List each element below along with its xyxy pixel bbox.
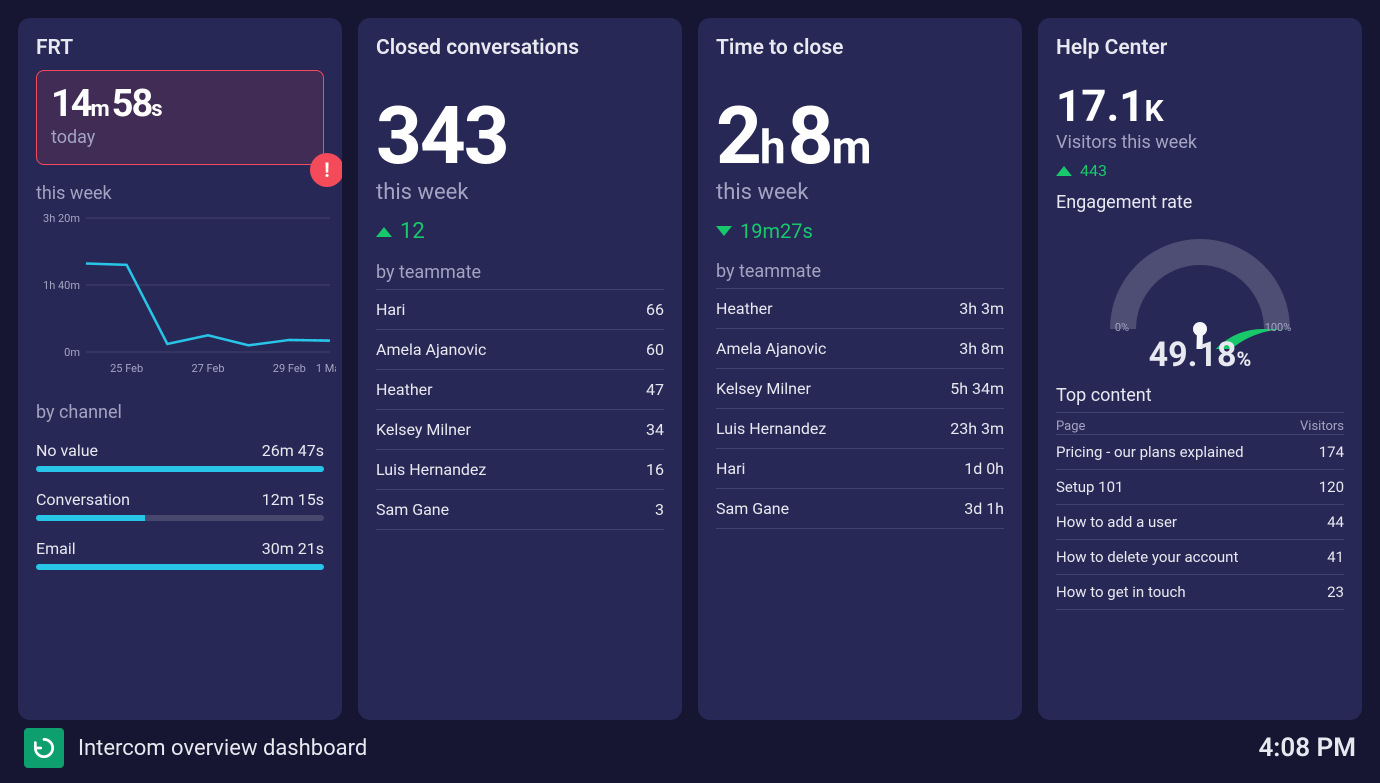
list-item: Amela Ajanovic3h 8m [716,328,1004,368]
frt-today-value: 14m58s [51,85,309,123]
list-item: Hari1d 0h [716,448,1004,488]
help-card: Help Center 17.1K Visitors this week 443… [1038,18,1362,720]
svg-text:1h 40m: 1h 40m [43,279,80,292]
svg-text:1 Mar: 1 Mar [316,362,336,375]
list-item: How to add a user44 [1056,504,1344,539]
svg-text:29 Feb: 29 Feb [273,362,306,375]
frt-thisweek-label: this week [36,183,324,204]
list-item: Kelsey Milner5h 34m [716,368,1004,408]
list-item: Pricing - our plans explained174 [1056,434,1344,469]
list-item: Sam Gane3d 1h [716,488,1004,529]
footer: Intercom overview dashboard 4:08 PM [0,720,1380,776]
ttc-title: Time to close [716,36,1004,60]
closed-delta: 12 [376,219,664,244]
closed-value: 343 [376,96,664,176]
clock: 4:08 PM [1258,733,1356,763]
help-title: Help Center [1056,36,1344,60]
caret-up-icon [376,227,392,237]
list-item: Sam Gane3 [376,489,664,530]
list-item: Heather3h 3m [716,288,1004,328]
alert-icon: ! [310,153,342,187]
svg-text:0%: 0% [1115,321,1129,334]
closed-title: Closed conversations [376,36,664,60]
list-item: Setup 101120 [1056,469,1344,504]
list-item: How to delete your account41 [1056,539,1344,574]
list-item: Amela Ajanovic60 [376,329,664,369]
topcontent-label: Top content [1056,385,1344,406]
help-visitors-label: Visitors this week [1056,132,1344,153]
frt-line-chart: 0m1h 40m3h 20m25 Feb27 Feb29 Feb1 Mar [36,210,324,384]
list-item: Luis Hernandez16 [376,449,664,489]
svg-text:3h 20m: 3h 20m [43,212,80,225]
list-item: How to get in touch23 [1056,574,1344,610]
list-item: Heather47 [376,369,664,409]
app-logo [24,728,64,768]
frt-card: FRT 14m58s today ! this week 0m 1h 40m 3h … [18,18,342,720]
dashboard-grid: FRT 14m58s today ! this week 0m 1h 40m 3h … [0,0,1380,720]
engagement-label: Engagement rate [1056,192,1344,213]
ttc-bylabel: by teammate [716,261,1004,282]
list-item: Luis Hernandez23h 3m [716,408,1004,448]
channel-row: Conversation12m 15s [36,490,324,521]
ttc-delta: 19m27s [716,219,1004,243]
ttc-value: 2h8m [716,96,1004,176]
closed-bylabel: by teammate [376,262,664,283]
caret-up-icon [1056,166,1072,176]
frt-today-box: 14m58s today ! [36,70,324,165]
svg-text:25 Feb: 25 Feb [110,362,143,375]
topcontent-header: PageVisitors [1056,412,1344,434]
frt-title: FRT [36,36,324,60]
frt-bychannel-label: by channel [36,402,324,423]
ttc-period: this week [716,180,1004,205]
svg-text:27 Feb: 27 Feb [191,362,224,375]
ttc-card: Time to close 2h8m this week 19m27s by t… [698,18,1022,720]
svg-text:0m: 0m [64,346,80,359]
closed-card: Closed conversations 343 this week 12 by… [358,18,682,720]
channel-row: Email30m 21s [36,539,324,570]
caret-down-icon [716,226,732,236]
frt-today-label: today [51,127,309,148]
engagement-gauge: 0%100% 49.18% [1056,219,1344,375]
list-item: Hari66 [376,289,664,329]
svg-text:100%: 100% [1265,321,1292,334]
channel-row: No value26m 47s [36,441,324,472]
list-item: Kelsey Milner34 [376,409,664,449]
closed-period: this week [376,180,664,205]
dashboard-title: Intercom overview dashboard [78,736,367,761]
help-delta: 443 [1056,161,1344,180]
help-visitors: 17.1K [1056,84,1344,128]
